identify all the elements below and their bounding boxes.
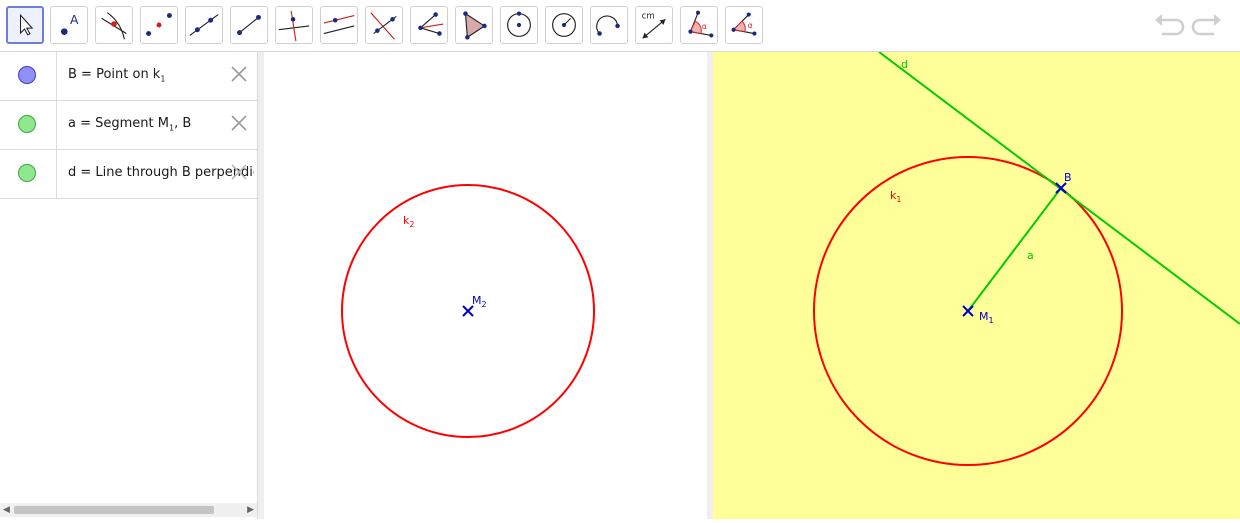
- circle-center-point-tool-button[interactable]: [500, 6, 538, 44]
- midpoint-tool-button[interactable]: [140, 6, 178, 44]
- algebra-row-b[interactable]: B = Point on k1: [0, 52, 257, 101]
- scrollbar-thumb[interactable]: [14, 506, 214, 514]
- close-icon[interactable]: [229, 64, 249, 84]
- angle-given-size-tool-button[interactable]: α: [725, 6, 763, 44]
- line-d-label: d: [901, 58, 908, 71]
- distance-icon: cm: [642, 11, 666, 39]
- polygon-icon: [463, 11, 487, 40]
- row-separator: [56, 150, 57, 198]
- polygon-tool-button[interactable]: [455, 6, 493, 44]
- undo-icon: [1155, 14, 1185, 36]
- line-tool-button[interactable]: [185, 6, 223, 44]
- segment-icon: [237, 14, 261, 36]
- parallel-tool-button[interactable]: [320, 6, 358, 44]
- perpendicular-line-icon: [278, 10, 310, 42]
- intersect-icon: [101, 12, 127, 40]
- close-icon[interactable]: [229, 162, 249, 182]
- point-icon: A: [60, 13, 79, 35]
- redo-icon: [1191, 14, 1221, 36]
- definition-text: B = Point on k: [68, 67, 161, 82]
- perpendicular-bisector-icon: [370, 12, 397, 40]
- circle-center-point-icon: [507, 11, 531, 37]
- arc-tool-button[interactable]: [590, 6, 628, 44]
- algebra-definition[interactable]: d = Line through B perpendicular to a: [68, 165, 254, 180]
- graphics-canvas-2[interactable]: d a k1 M1 B: [713, 52, 1240, 519]
- midpoint-icon: [146, 13, 172, 36]
- visibility-toggle[interactable]: [18, 115, 36, 133]
- definition-subscript: 1: [160, 74, 166, 84]
- point-tool-label: A: [70, 13, 79, 27]
- algebra-row-d[interactable]: d = Line through B perpendicular to a: [0, 150, 257, 199]
- definition-text: a = Segment M: [68, 116, 169, 131]
- angle-icon: α: [688, 10, 714, 38]
- move-tool-button[interactable]: [6, 6, 44, 44]
- scroll-left-icon[interactable]: ◀: [3, 505, 10, 515]
- algebra-view: B = Point on k1 a = Segment M1, B d = Li…: [0, 52, 258, 519]
- row-separator: [56, 52, 57, 100]
- visibility-toggle[interactable]: [18, 164, 36, 182]
- horizontal-scrollbar[interactable]: ◀ ▶: [0, 503, 257, 517]
- perpendicular-bisector-tool-button[interactable]: [365, 6, 403, 44]
- angle-tool-button[interactable]: α: [680, 6, 718, 44]
- circle-k1-label: k1: [890, 189, 901, 204]
- point-m1-label: M1: [979, 310, 994, 325]
- angle-tool-label: α: [702, 22, 707, 31]
- definition-suffix: , B: [174, 116, 192, 131]
- circle-k2-label: k2: [403, 214, 414, 229]
- circle-radius-icon: [552, 13, 576, 37]
- scroll-right-icon[interactable]: ▶: [247, 505, 254, 515]
- point-m2[interactable]: [462, 305, 474, 317]
- perpendicular-tool-button[interactable]: [275, 6, 313, 44]
- segment-a[interactable]: [967, 187, 1062, 312]
- definition-text: d = Line through B perpendicular to a: [68, 165, 254, 180]
- segment-tool-button[interactable]: [230, 6, 268, 44]
- algebra-row-a[interactable]: a = Segment M1, B: [0, 101, 257, 150]
- line-d[interactable]: [878, 52, 1240, 325]
- move-arrow-icon: [19, 13, 34, 36]
- distance-tool-label: cm: [642, 11, 655, 21]
- distance-tool-button[interactable]: cm: [635, 6, 673, 44]
- close-icon[interactable]: [229, 113, 249, 133]
- undo-button[interactable]: [1152, 10, 1186, 42]
- redo-button[interactable]: [1190, 10, 1224, 42]
- point-tool-button[interactable]: A: [50, 6, 88, 44]
- point-b[interactable]: [1055, 182, 1067, 194]
- segment-a-label: a: [1027, 249, 1034, 262]
- angle-size-tool-label: α: [748, 21, 753, 30]
- visibility-toggle[interactable]: [18, 66, 36, 84]
- graphics-view-1[interactable]: k2 M2: [264, 52, 707, 519]
- algebra-definition[interactable]: a = Segment M1, B: [68, 116, 191, 133]
- point-b-label: B: [1064, 171, 1072, 184]
- toolbar: A cm α α: [0, 0, 1240, 52]
- semicircle-icon: [596, 15, 620, 36]
- angle-given-size-icon: α: [731, 12, 757, 36]
- point-m2-label: M2: [472, 294, 487, 309]
- intersect-tool-button[interactable]: [95, 6, 133, 44]
- row-separator: [56, 101, 57, 149]
- graphics-canvas-1[interactable]: k2 M2: [264, 52, 707, 519]
- parallel-line-icon: [323, 14, 355, 35]
- angle-bisector-tool-button[interactable]: [410, 6, 448, 44]
- circle-radius-tool-button[interactable]: [545, 6, 583, 44]
- angle-bisector-icon: [418, 12, 444, 36]
- point-m1[interactable]: [962, 305, 974, 317]
- algebra-definition[interactable]: B = Point on k1: [68, 67, 165, 84]
- graphics-view-2[interactable]: d a k1 M1 B: [713, 52, 1240, 519]
- line-icon: [189, 14, 219, 36]
